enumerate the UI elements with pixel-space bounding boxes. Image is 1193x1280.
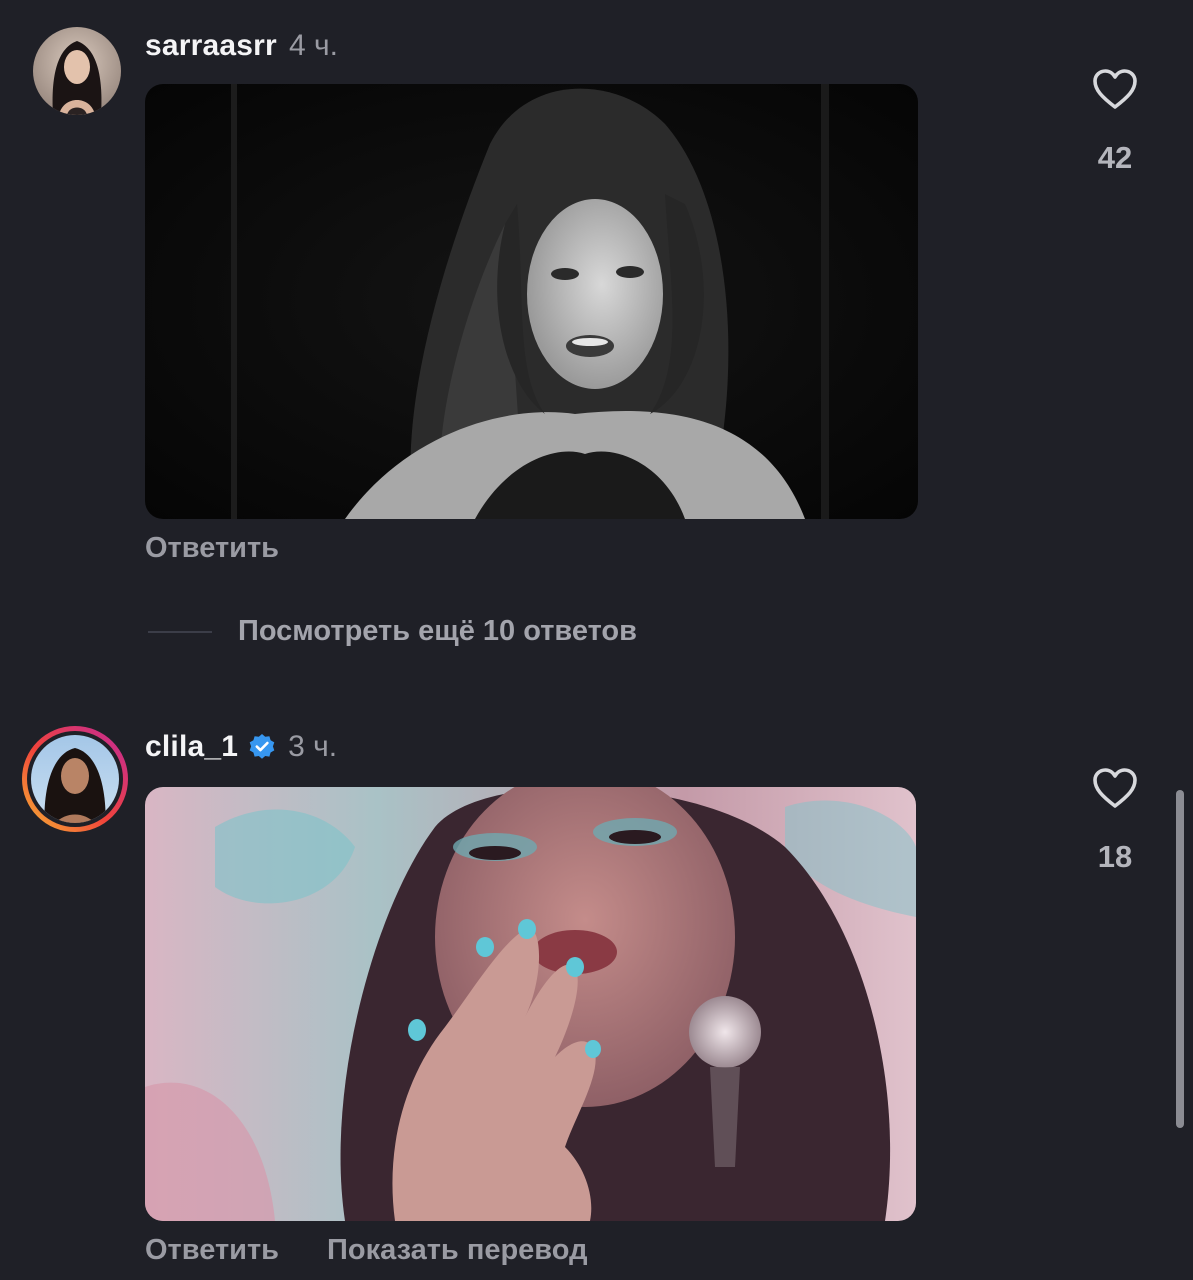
- like-control: 18: [1080, 767, 1150, 875]
- view-more-replies-label: Посмотреть ещё 10 ответов: [238, 615, 637, 647]
- like-control: 42: [1080, 68, 1150, 176]
- comment-header: clila_1 3 ч.: [145, 729, 337, 765]
- comment-actions: Ответить Показать перевод: [145, 1234, 636, 1267]
- view-more-replies-button[interactable]: Посмотреть ещё 10 ответов: [148, 615, 637, 648]
- avatar-sarraasrr[interactable]: [33, 27, 121, 115]
- timestamp: 4 ч.: [288, 29, 338, 62]
- scrollbar[interactable]: [1176, 790, 1184, 1128]
- show-translation-button[interactable]: Показать перевод: [327, 1234, 587, 1267]
- reply-button[interactable]: Ответить: [145, 1234, 279, 1267]
- avatar-story-ring[interactable]: [20, 724, 130, 834]
- thread-divider-line: [148, 630, 212, 633]
- heart-outline-icon[interactable]: [1092, 68, 1138, 110]
- gif-attachment[interactable]: [145, 84, 918, 519]
- comment-header: sarraasrr 4 ч.: [145, 28, 338, 64]
- heart-outline-icon[interactable]: [1092, 767, 1138, 809]
- gif-attachment[interactable]: [145, 787, 916, 1221]
- username[interactable]: clila_1: [145, 730, 238, 764]
- reply-button[interactable]: Ответить: [145, 532, 279, 565]
- like-count: 42: [1097, 140, 1133, 175]
- username[interactable]: sarraasrr: [145, 29, 277, 63]
- comment-actions: Ответить: [145, 532, 327, 565]
- verified-badge-icon: [248, 733, 276, 761]
- timestamp: 3 ч.: [288, 730, 338, 763]
- like-count: 18: [1097, 839, 1133, 874]
